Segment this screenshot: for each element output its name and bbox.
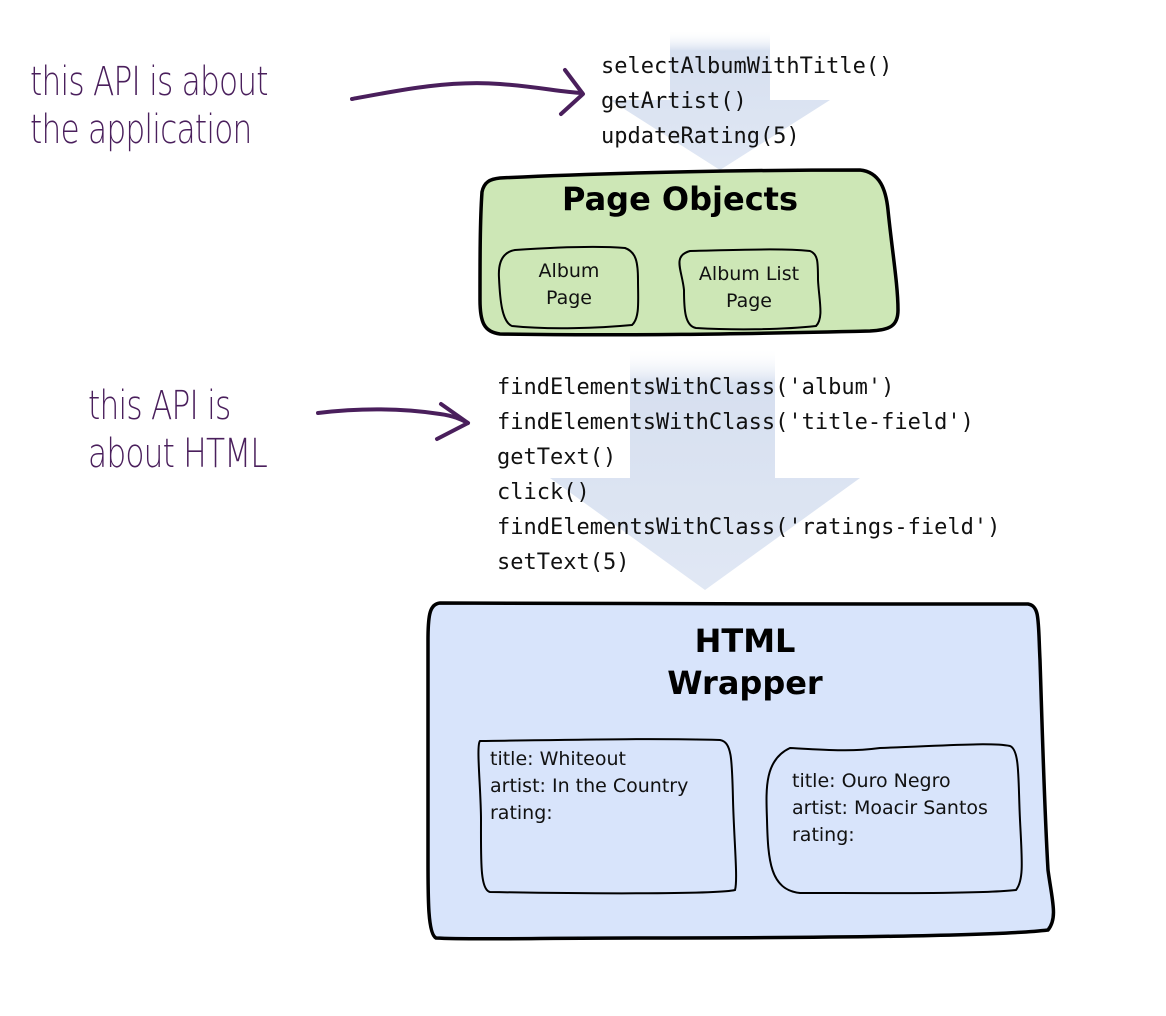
api-call: findElementsWithClass('album') [497,375,895,400]
page-object-album-list-page: Album List Page [684,261,814,315]
application-api-calls: selectAlbumWithTitle() getArtist() updat… [601,49,892,154]
api-call: findElementsWithClass('title-field') [497,410,974,435]
album-title: title: Ouro Negro [792,770,951,792]
album-card: title: Ouro Negro artist: Moacir Santos … [792,768,988,849]
album-card: title: Whiteout artist: In the Country r… [490,746,688,827]
page-object-label: Album List [698,263,800,285]
annotation-line: the application [30,107,252,153]
annotation-text: this API is about HTML [88,382,268,478]
html-wrapper-title: HTML Wrapper [430,620,1060,704]
api-call: updateRating(5) [601,124,800,149]
page-object-label: Page [546,287,592,309]
annotation-application-api: this API is about the application [30,58,335,154]
annotation-line: this API is [88,383,231,429]
annotation-text: this API is about the application [30,58,269,154]
api-call: selectAlbumWithTitle() [601,54,893,79]
api-call: findElementsWithClass('ratings-field') [497,515,1001,540]
api-call: getText() [497,445,617,470]
html-api-calls: findElementsWithClass('album') findEleme… [497,370,1000,580]
annotation-line: about HTML [88,431,268,477]
api-call: getArtist() [601,89,747,114]
page-object-label: Album [538,260,600,282]
page-objects-title: Page Objects [561,180,799,218]
html-wrapper-title-line: Wrapper [667,664,823,702]
album-title: title: Whiteout [490,748,626,770]
album-artist: artist: Moacir Santos [792,797,988,819]
album-rating: rating: [490,802,553,824]
annotation-line: this API is about [30,59,269,105]
api-call: click() [497,480,590,505]
annotation-html-api: this API is about HTML [88,382,317,478]
page-object-label: Page [726,290,772,312]
album-artist: artist: In the Country [490,775,689,797]
page-object-album-page: Album Page [500,258,638,312]
api-call: setText(5) [497,550,630,575]
album-rating: rating: [792,824,855,846]
html-wrapper-title-line: HTML [694,622,796,660]
